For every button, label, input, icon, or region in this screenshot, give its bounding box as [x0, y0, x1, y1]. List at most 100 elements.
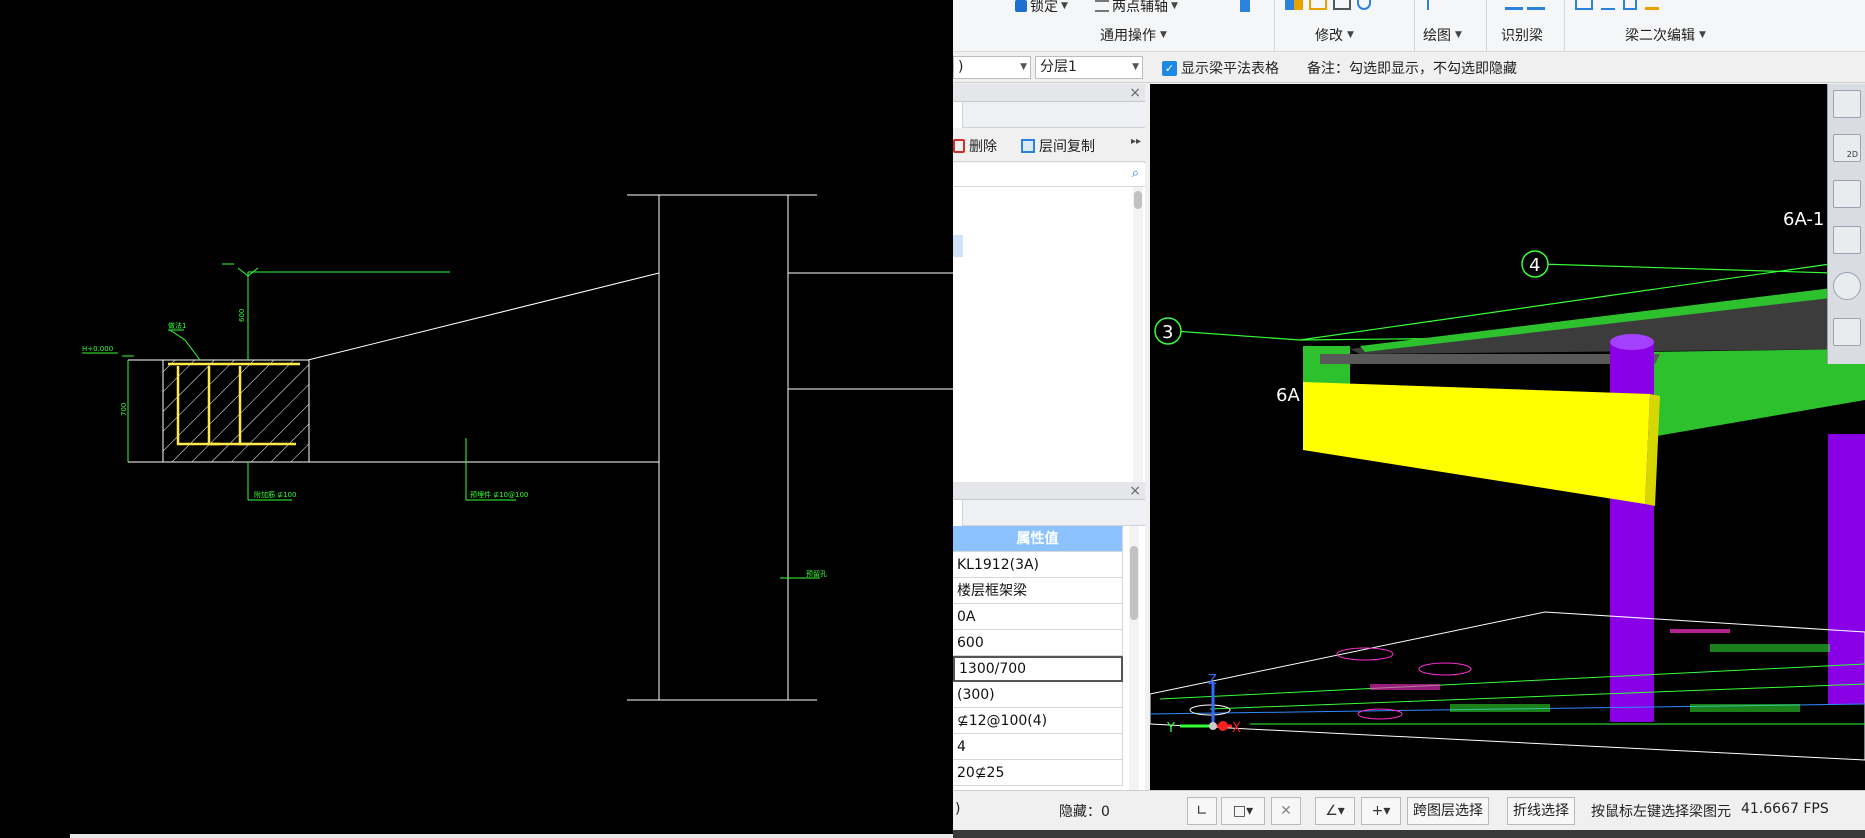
- property-value-row[interactable]: KL1912(3A): [953, 552, 1123, 578]
- layer-combo[interactable]: 分层1 ▼: [1035, 56, 1143, 79]
- chevron-down-icon: ▼: [1132, 62, 1139, 72]
- beam-secondary-edit-menu[interactable]: 梁二次编辑 ▼: [1625, 25, 1706, 45]
- property-scrollbar-thumb[interactable]: [1130, 546, 1138, 620]
- tree-scrollbar[interactable]: [1133, 187, 1143, 485]
- dynamic-input-icon[interactable]: +▾: [1361, 797, 1401, 825]
- beam-span-icon[interactable]: [1575, 0, 1593, 10]
- modify-menu[interactable]: 修改 ▼: [1315, 25, 1354, 45]
- delete-label: 删除: [969, 139, 997, 155]
- view-settings-icon[interactable]: [1833, 318, 1861, 346]
- axis-label-4: 4: [1529, 255, 1540, 276]
- tree-scrollbar-thumb[interactable]: [1134, 191, 1142, 209]
- layer-combo-value: 分层1: [1040, 59, 1077, 75]
- polyline-select-button[interactable]: 折线选择: [1507, 797, 1575, 825]
- show-beam-table-checkbox[interactable]: ✓: [1162, 61, 1177, 76]
- panel-tabstrip-bottom: [953, 500, 1145, 526]
- status-hint: 按鼠标左键选择梁图元: [1591, 804, 1731, 820]
- panel-toolbar: 删除 层间复制 ▸▸: [953, 128, 1145, 162]
- hidden-count: 隐藏：0: [1059, 804, 1110, 820]
- axis-icon: [1095, 0, 1109, 12]
- tree-selected-item[interactable]: [953, 235, 963, 257]
- two-point-axis-button[interactable]: 两点辅轴 ▼: [1095, 0, 1178, 16]
- floor-combo[interactable]: ) ▼: [953, 56, 1031, 79]
- snap-icon[interactable]: □▾: [1221, 797, 1265, 825]
- mirror-icon[interactable]: [1285, 0, 1303, 10]
- cad-drawing-viewport[interactable]: 600 700 H+0.000 做法1 附加筋 ⊈100 预埋件 ⊈10@100…: [0, 0, 953, 838]
- search-icon[interactable]: ⌕: [1132, 166, 1139, 181]
- base-slab-outline: [1150, 611, 1865, 761]
- 3d-scene: 6A-1 4 3 6A Z Y X: [1150, 209, 1865, 761]
- fps-readout: 41.6667 FPS: [1741, 801, 1829, 817]
- property-value-row[interactable]: ⊈12@100(4): [953, 708, 1123, 734]
- application-window: 锁定 ▼ 两点辅轴 ▼ 通用操作 ▼ 修改 ▼ 绘图 ▼ 识别梁 梁二次编辑 ▼…: [953, 0, 1865, 838]
- ribbon-group-draw: 绘图 ▼: [1415, 0, 1487, 52]
- offset-icon[interactable]: [1309, 0, 1327, 10]
- taskbar-strip: [953, 830, 1865, 838]
- chevron-down-icon: ▼: [1061, 1, 1068, 11]
- property-value-row[interactable]: 0A: [953, 604, 1123, 630]
- cad-dim-600: 600: [238, 309, 246, 322]
- ribbon-group-general: 锁定 ▼ 两点辅轴 ▼ 通用操作 ▼: [953, 0, 1275, 52]
- cad-leader-label-2: 附加筋 ⊈100: [254, 490, 296, 499]
- property-value-row[interactable]: 4: [953, 734, 1123, 760]
- delete-button[interactable]: 删除: [953, 136, 997, 156]
- property-scrollbar[interactable]: [1129, 526, 1139, 790]
- property-value-row[interactable]: 600: [953, 630, 1123, 656]
- copy-between-floors-button[interactable]: 层间复制: [1021, 136, 1095, 156]
- lock-label: 锁定: [1030, 0, 1058, 15]
- property-value-row[interactable]: (300): [953, 682, 1123, 708]
- angle-icon[interactable]: ∠▾: [1315, 797, 1355, 825]
- chevron-down-icon: ▼: [1455, 30, 1462, 40]
- chevron-down-icon: ▼: [1699, 30, 1706, 40]
- screen: 600 700 H+0.000 做法1 附加筋 ⊈100 预埋件 ⊈10@100…: [0, 0, 1865, 838]
- panel-tab[interactable]: [953, 500, 963, 526]
- beam-support-icon[interactable]: [1645, 0, 1659, 10]
- cad-dim-700: 700: [120, 403, 128, 416]
- identify-icon-2[interactable]: [1527, 0, 1545, 10]
- close-icon[interactable]: ×: [1129, 482, 1141, 500]
- 2d-view-button[interactable]: 2D: [1833, 134, 1861, 162]
- beam-sync-icon[interactable]: [1601, 0, 1615, 10]
- chevron-down-icon: ▼: [1020, 62, 1027, 72]
- dynamic-view-icon[interactable]: [1833, 226, 1861, 254]
- property-value-row[interactable]: 20⊈25: [953, 760, 1123, 786]
- property-grid: 属性值 KL1912(3A) 楼层框架梁 0A 600 1300/700 (30…: [953, 526, 1145, 790]
- cad-elevation-label: H+0.000: [82, 345, 113, 353]
- beam-table-icon[interactable]: [1623, 0, 1637, 10]
- layer-icon[interactable]: [1240, 0, 1250, 12]
- property-value-row-selected[interactable]: 1300/700: [953, 656, 1123, 682]
- cad-drawing: 600 700 H+0.000 做法1 附加筋 ⊈100 预埋件 ⊈10@100…: [82, 194, 953, 701]
- rotate-icon[interactable]: [1833, 272, 1861, 300]
- stretch-icon[interactable]: [1333, 0, 1351, 10]
- 3d-view-cube-icon[interactable]: [1833, 180, 1861, 208]
- lock-button[interactable]: 锁定 ▼: [1015, 0, 1068, 16]
- panel-search-input[interactable]: ⌕: [953, 163, 1145, 187]
- identify-beam-button[interactable]: 识别梁: [1501, 25, 1543, 45]
- identify-icon[interactable]: [1505, 0, 1523, 10]
- object-snap-icon[interactable]: ✕: [1271, 797, 1301, 825]
- side-panels: × 删除 层间复制 ▸▸ ⌕ × 属性值 KL1912(3A) 楼层框架梁 0A…: [953, 84, 1145, 790]
- panel-header-bottom: ×: [953, 482, 1145, 500]
- cross-layer-select-button[interactable]: 跨图层选择: [1407, 797, 1489, 825]
- component-tree[interactable]: [953, 187, 1145, 485]
- line-icon[interactable]: [1427, 0, 1437, 10]
- triad-y-label: Y: [1166, 721, 1175, 736]
- draw-menu[interactable]: 绘图 ▼: [1423, 25, 1462, 45]
- show-beam-table-label: 显示梁平法表格: [1181, 61, 1279, 77]
- 3d-viewport[interactable]: 6A-1 4 3 6A Z Y X 2D: [1150, 84, 1865, 790]
- axis-label-6a: 6A: [1276, 385, 1300, 406]
- panel-tab[interactable]: [953, 102, 963, 128]
- close-icon[interactable]: ×: [1129, 84, 1141, 102]
- ortho-icon[interactable]: ∟: [1187, 797, 1217, 825]
- general-ops-menu[interactable]: 通用操作 ▼: [1100, 25, 1167, 45]
- status-bar: ) 隐藏：0 ∟ □▾ ✕ ∠▾ +▾ 跨图层选择 折线选择 按鼠标左键选择梁图…: [953, 790, 1865, 830]
- chevron-down-icon: ▼: [1347, 30, 1354, 40]
- more-icon[interactable]: ▸▸: [1131, 136, 1141, 147]
- cad-bottom-edge: [70, 834, 953, 838]
- chevron-down-icon: ▼: [1171, 1, 1178, 11]
- circle-icon[interactable]: [1357, 0, 1371, 10]
- general-ops-label: 通用操作: [1100, 28, 1156, 44]
- property-value-row[interactable]: 楼层框架梁: [953, 578, 1123, 604]
- orbit-icon[interactable]: [1833, 90, 1861, 118]
- polyline-select-label: 折线选择: [1513, 803, 1569, 819]
